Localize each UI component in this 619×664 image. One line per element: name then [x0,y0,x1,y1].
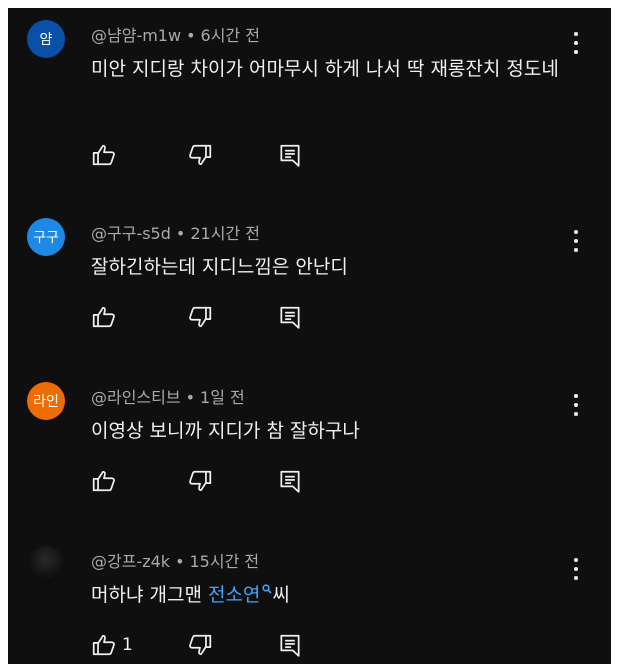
comment-item: 구구 @구구-s5d • 21시간 전 잘하긴하는데 지디느낌은 안난디 [8,206,611,366]
thumbs-down-icon [189,634,212,656]
reply-icon [280,144,300,167]
avatar[interactable] [27,546,65,584]
author-name[interactable]: @라인스티브 [91,388,181,407]
dislike-button[interactable] [187,468,213,494]
comment-text: 이영상 보니까 지디가 참 잘하구나 [91,420,360,442]
comment-actions [91,468,331,496]
comment-actions [91,142,331,170]
avatar[interactable]: 구구 [27,218,65,256]
comment-actions: 1 [91,632,331,660]
comment-item: 라인 @라인스티브 • 1일 전 이영상 보니까 지디가 참 잘하구나 [8,370,611,530]
comment-item: 얌 @냠얌-m1w • 6시간 전 미안 지디랑 차이가 어마무시 하게 나서 딱 … [8,8,611,198]
thumbs-down-icon [189,470,212,492]
more-vert-icon[interactable] [566,394,586,416]
reply-button[interactable] [277,468,303,494]
author-name[interactable]: @냠얌-m1w [91,26,181,45]
like-button[interactable] [91,468,117,494]
separator-dot: • [175,224,186,243]
comment-meta: @구구-s5d • 21시간 전 [91,220,260,244]
comment-text: 잘하긴하는데 지디느낌은 안난디 [91,256,348,278]
comment-text: 미안 지디랑 차이가 어마무시 하게 나서 딱 재롱잔치 정도네 [91,58,559,80]
search-link[interactable]: 전소연 [208,584,272,606]
timestamp[interactable]: 21시간 전 [190,224,260,243]
search-icon [262,584,272,594]
timestamp[interactable]: 6시간 전 [201,26,260,45]
comment-text: 머하냐 개그맨 전소연 씨 [91,578,581,613]
like-button[interactable] [91,142,117,168]
search-link-label: 전소연 [207,584,261,606]
like-count: 1 [122,635,133,655]
more-vert-icon[interactable] [566,558,586,580]
comment-meta: @라인스티브 • 1일 전 [91,384,245,408]
dislike-button[interactable] [187,304,213,330]
author-name[interactable]: @구구-s5d [91,224,171,243]
reply-button[interactable] [277,142,303,168]
like-button[interactable] [91,304,117,330]
separator-dot: • [175,552,185,571]
comment-actions [91,304,331,332]
reply-button[interactable] [277,632,303,658]
reply-icon [280,634,300,657]
comment-text-part: 머하냐 개그맨 [91,584,208,606]
reply-icon [280,470,300,493]
comment-meta: @냠얌-m1w • 6시간 전 [91,22,260,46]
comment-item: @강프-z4k • 15시간 전 머하냐 개그맨 전소연 씨 1 [8,534,611,664]
avatar[interactable]: 얌 [27,20,65,58]
avatar[interactable]: 라인 [27,382,65,420]
reply-button[interactable] [277,304,303,330]
author-name[interactable]: @강프-z4k [91,552,170,571]
thumbs-down-icon [189,306,212,328]
more-vert-icon[interactable] [566,32,586,54]
dislike-button[interactable] [187,632,213,658]
dislike-button[interactable] [187,142,213,168]
thumbs-up-icon [92,470,115,492]
comment-text-part: 씨 [272,584,290,606]
timestamp[interactable]: 15시간 전 [190,552,260,571]
like-button[interactable] [91,632,117,658]
separator-dot: • [186,26,196,45]
comment-meta: @강프-z4k • 15시간 전 [91,548,259,572]
more-vert-icon[interactable] [566,230,586,252]
comments-panel: 얌 @냠얌-m1w • 6시간 전 미안 지디랑 차이가 어마무시 하게 나서 딱 … [8,8,611,664]
timestamp[interactable]: 1일 전 [200,388,245,407]
thumbs-up-icon [92,634,115,656]
thumbs-up-icon [92,144,115,166]
separator-dot: • [185,388,196,407]
thumbs-down-icon [189,144,212,166]
reply-icon [280,306,300,329]
thumbs-up-icon [92,306,115,328]
